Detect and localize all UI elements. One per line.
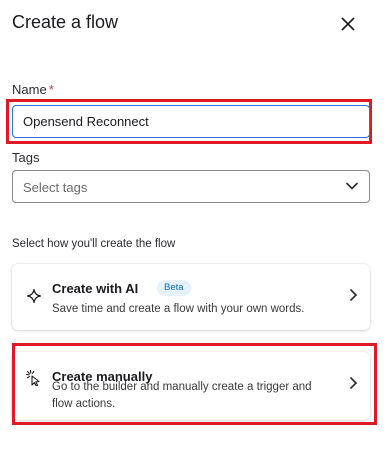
create-manually-highlight xyxy=(12,343,377,425)
create-with-ai-title: Create with AI xyxy=(52,281,139,296)
name-label: Name * xyxy=(12,82,54,97)
panel-title: Create a flow xyxy=(12,12,119,32)
create-method-label: Select how you'll create the flow xyxy=(12,238,176,250)
chevron-down-icon xyxy=(345,182,359,190)
create-with-ai-card[interactable]: Create with AI Beta Save time and create… xyxy=(12,264,370,330)
tags-label: Tags xyxy=(12,150,40,165)
beta-badge: Beta xyxy=(157,280,191,296)
close-icon xyxy=(341,17,355,31)
required-marker: * xyxy=(48,82,54,97)
sparkle-icon xyxy=(26,288,42,304)
chevron-right-icon xyxy=(349,288,358,302)
close-button[interactable] xyxy=(338,14,358,34)
name-input[interactable] xyxy=(12,105,370,138)
tags-placeholder: Select tags xyxy=(23,180,88,195)
create-with-ai-description: Save time and create a flow with your ow… xyxy=(52,303,305,315)
tags-dropdown[interactable]: Select tags xyxy=(12,170,370,203)
panel-header: Create a flow xyxy=(12,12,378,36)
